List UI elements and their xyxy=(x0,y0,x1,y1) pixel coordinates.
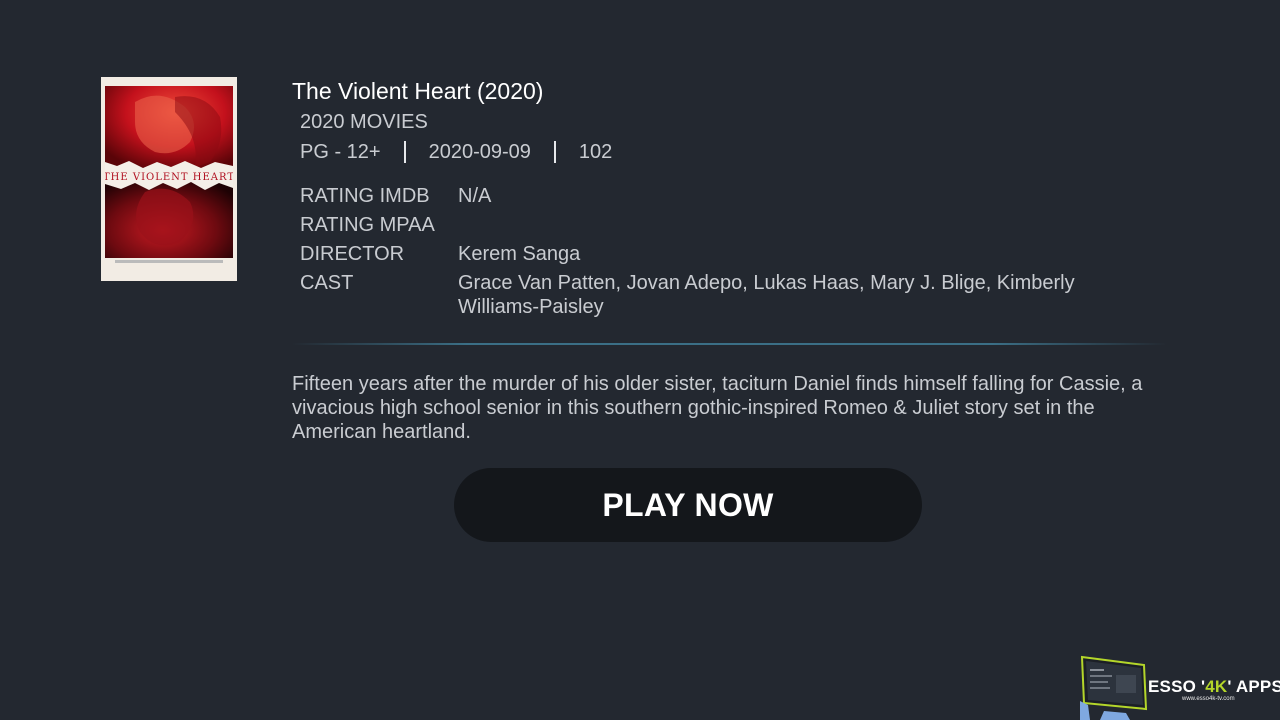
detail-label: RATING IMDB xyxy=(300,185,430,207)
movie-details: RATING IMDB N/A RATING MPAA DIRECTOR Ker… xyxy=(300,184,1160,324)
play-now-button[interactable]: PLAY NOW xyxy=(454,468,922,542)
detail-value: N/A xyxy=(458,185,492,207)
movie-title: The Violent Heart (2020) xyxy=(292,78,544,104)
brand-url: www.esso4k-tv.com xyxy=(1182,696,1235,702)
detail-row-rating-mpaa: RATING MPAA xyxy=(300,213,1160,237)
brand-name-suffix: ' APPS xyxy=(1227,677,1280,696)
movie-detail-page: THE VIOLENT HEART The Violent Heart (202… xyxy=(0,0,1280,720)
detail-value: Grace Van Patten, Jovan Adepo, Lukas Haa… xyxy=(458,272,1075,318)
detail-value: Kerem Sanga xyxy=(458,243,581,265)
meta-separator xyxy=(553,141,556,163)
meta-separator xyxy=(403,141,406,163)
release-date: 2020-09-09 xyxy=(428,140,531,163)
monitor-icon xyxy=(1080,655,1150,720)
detail-row-cast: CAST Grace Van Patten, Jovan Adepo, Luka… xyxy=(300,271,1160,319)
age-rating: PG - 12+ xyxy=(300,140,381,163)
detail-row-director: DIRECTOR Kerem Sanga xyxy=(300,242,1160,266)
detail-value xyxy=(458,213,1160,237)
brand-watermark: ESSO '4K' APPS www.esso4k-tv.com xyxy=(1080,655,1280,720)
brand-name-prefix: ESSO ' xyxy=(1148,677,1206,696)
detail-row-rating-imdb: RATING IMDB N/A xyxy=(300,184,1160,208)
section-divider xyxy=(292,343,1167,345)
movie-plot: Fifteen years after the murder of his ol… xyxy=(292,373,1143,443)
detail-label: DIRECTOR xyxy=(300,243,405,265)
detail-label: RATING MPAA xyxy=(300,214,435,236)
brand-name-accent: 4K xyxy=(1205,677,1228,696)
brand-name: ESSO '4K' APPS xyxy=(1148,677,1280,697)
detail-label: CAST xyxy=(300,272,354,294)
poster-title-text: THE VIOLENT HEART xyxy=(105,172,233,183)
duration: 102 xyxy=(578,140,613,163)
movie-meta-row: PG - 12+ 2020-09-09 102 xyxy=(300,140,612,164)
movie-category: 2020 MOVIES xyxy=(300,111,428,133)
movie-poster: THE VIOLENT HEART xyxy=(101,77,237,281)
